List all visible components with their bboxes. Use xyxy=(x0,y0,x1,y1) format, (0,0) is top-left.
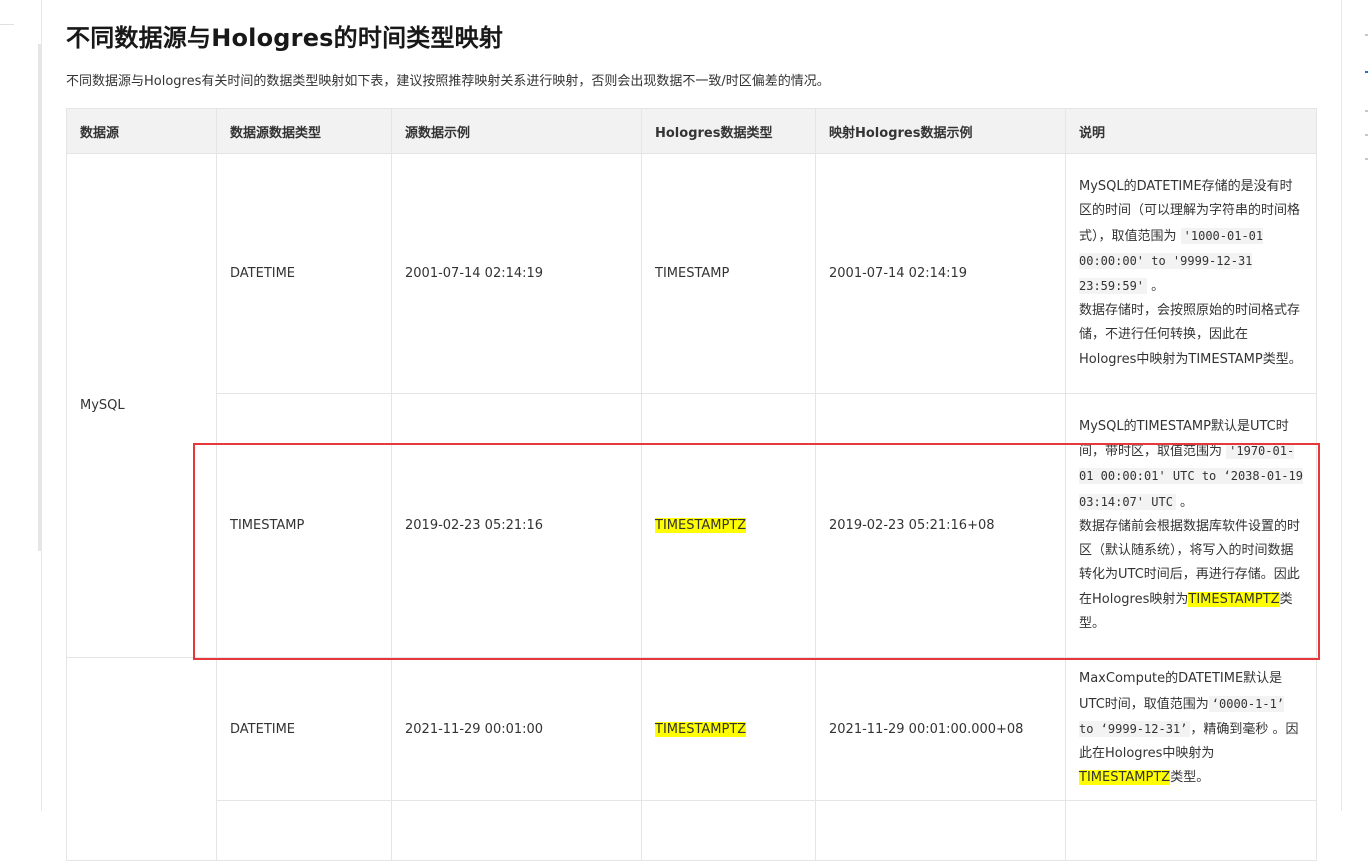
selection-highlight-box xyxy=(193,443,1320,660)
hologres-example-cell: 2001-07-14 02:14:19 xyxy=(815,153,1066,394)
source-type-cell: DATETIME xyxy=(216,657,392,801)
description-text: 。 xyxy=(1147,279,1165,294)
highlighted-type: TIMESTAMPTZ xyxy=(1079,770,1171,786)
table-row xyxy=(67,800,1317,861)
intro-text: 不同数据源与Hologres有关时间的数据类型映射如下表，建议按照推荐映射关系进… xyxy=(66,74,830,89)
header-source-type: 数据源数据类型 xyxy=(216,108,392,154)
header-hologres-example: 映射Hologres数据示例 xyxy=(815,108,1066,154)
hologres-type-cell: TIMESTAMPTZ xyxy=(641,657,816,801)
empty-cell xyxy=(1065,800,1317,861)
header-source-example: 源数据示例 xyxy=(391,108,642,154)
empty-cell xyxy=(391,800,642,861)
source-example-cell: 2021-11-29 00:01:00 xyxy=(391,657,642,801)
description-text: 类型。 xyxy=(1170,770,1210,786)
source-type-cell: DATETIME xyxy=(216,153,392,394)
left-scrollbar[interactable] xyxy=(38,44,42,551)
hologres-example-cell: 2021-11-29 00:01:00.000+08 xyxy=(815,657,1066,801)
description-cell: MaxCompute的DATETIME默认是UTC时间，取值范围为 ‘0000-1… xyxy=(1065,657,1317,801)
table-row: DATETIME 2021-11-29 00:01:00 TIMESTAMPTZ… xyxy=(66,657,1317,861)
header-source: 数据源 xyxy=(66,108,217,154)
empty-cell xyxy=(641,800,816,861)
highlighted-type: TIMESTAMPTZ xyxy=(655,721,747,737)
header-hologres-type: Hologres数据类型 xyxy=(641,108,816,154)
table-row: MySQL DATETIME 2001-07-14 02:14:19 TIMES… xyxy=(66,153,1317,658)
hologres-type-cell: TIMESTAMP xyxy=(641,153,816,394)
page-title: 不同数据源与Hologres的时间类型映射 xyxy=(66,24,504,52)
table-header-row: 数据源 数据源数据类型 源数据示例 Hologres数据类型 映射Hologre… xyxy=(66,108,1317,154)
description-text: 数据存储时，会按照原始的时间格式存储，不进行任何转换，因此在Hologres中映… xyxy=(1079,303,1302,367)
empty-cell xyxy=(216,800,392,861)
description-cell: MySQL的DATETIME存储的是没有时区的时间（可以理解为字符串的时间格式）… xyxy=(1065,153,1317,394)
source-cell xyxy=(66,657,217,861)
source-example-cell: 2001-07-14 02:14:19 xyxy=(391,153,642,394)
right-panel-divider xyxy=(1341,0,1342,811)
header-description: 说明 xyxy=(1065,108,1317,154)
left-edge-mark xyxy=(0,24,14,25)
empty-cell xyxy=(815,800,1066,861)
